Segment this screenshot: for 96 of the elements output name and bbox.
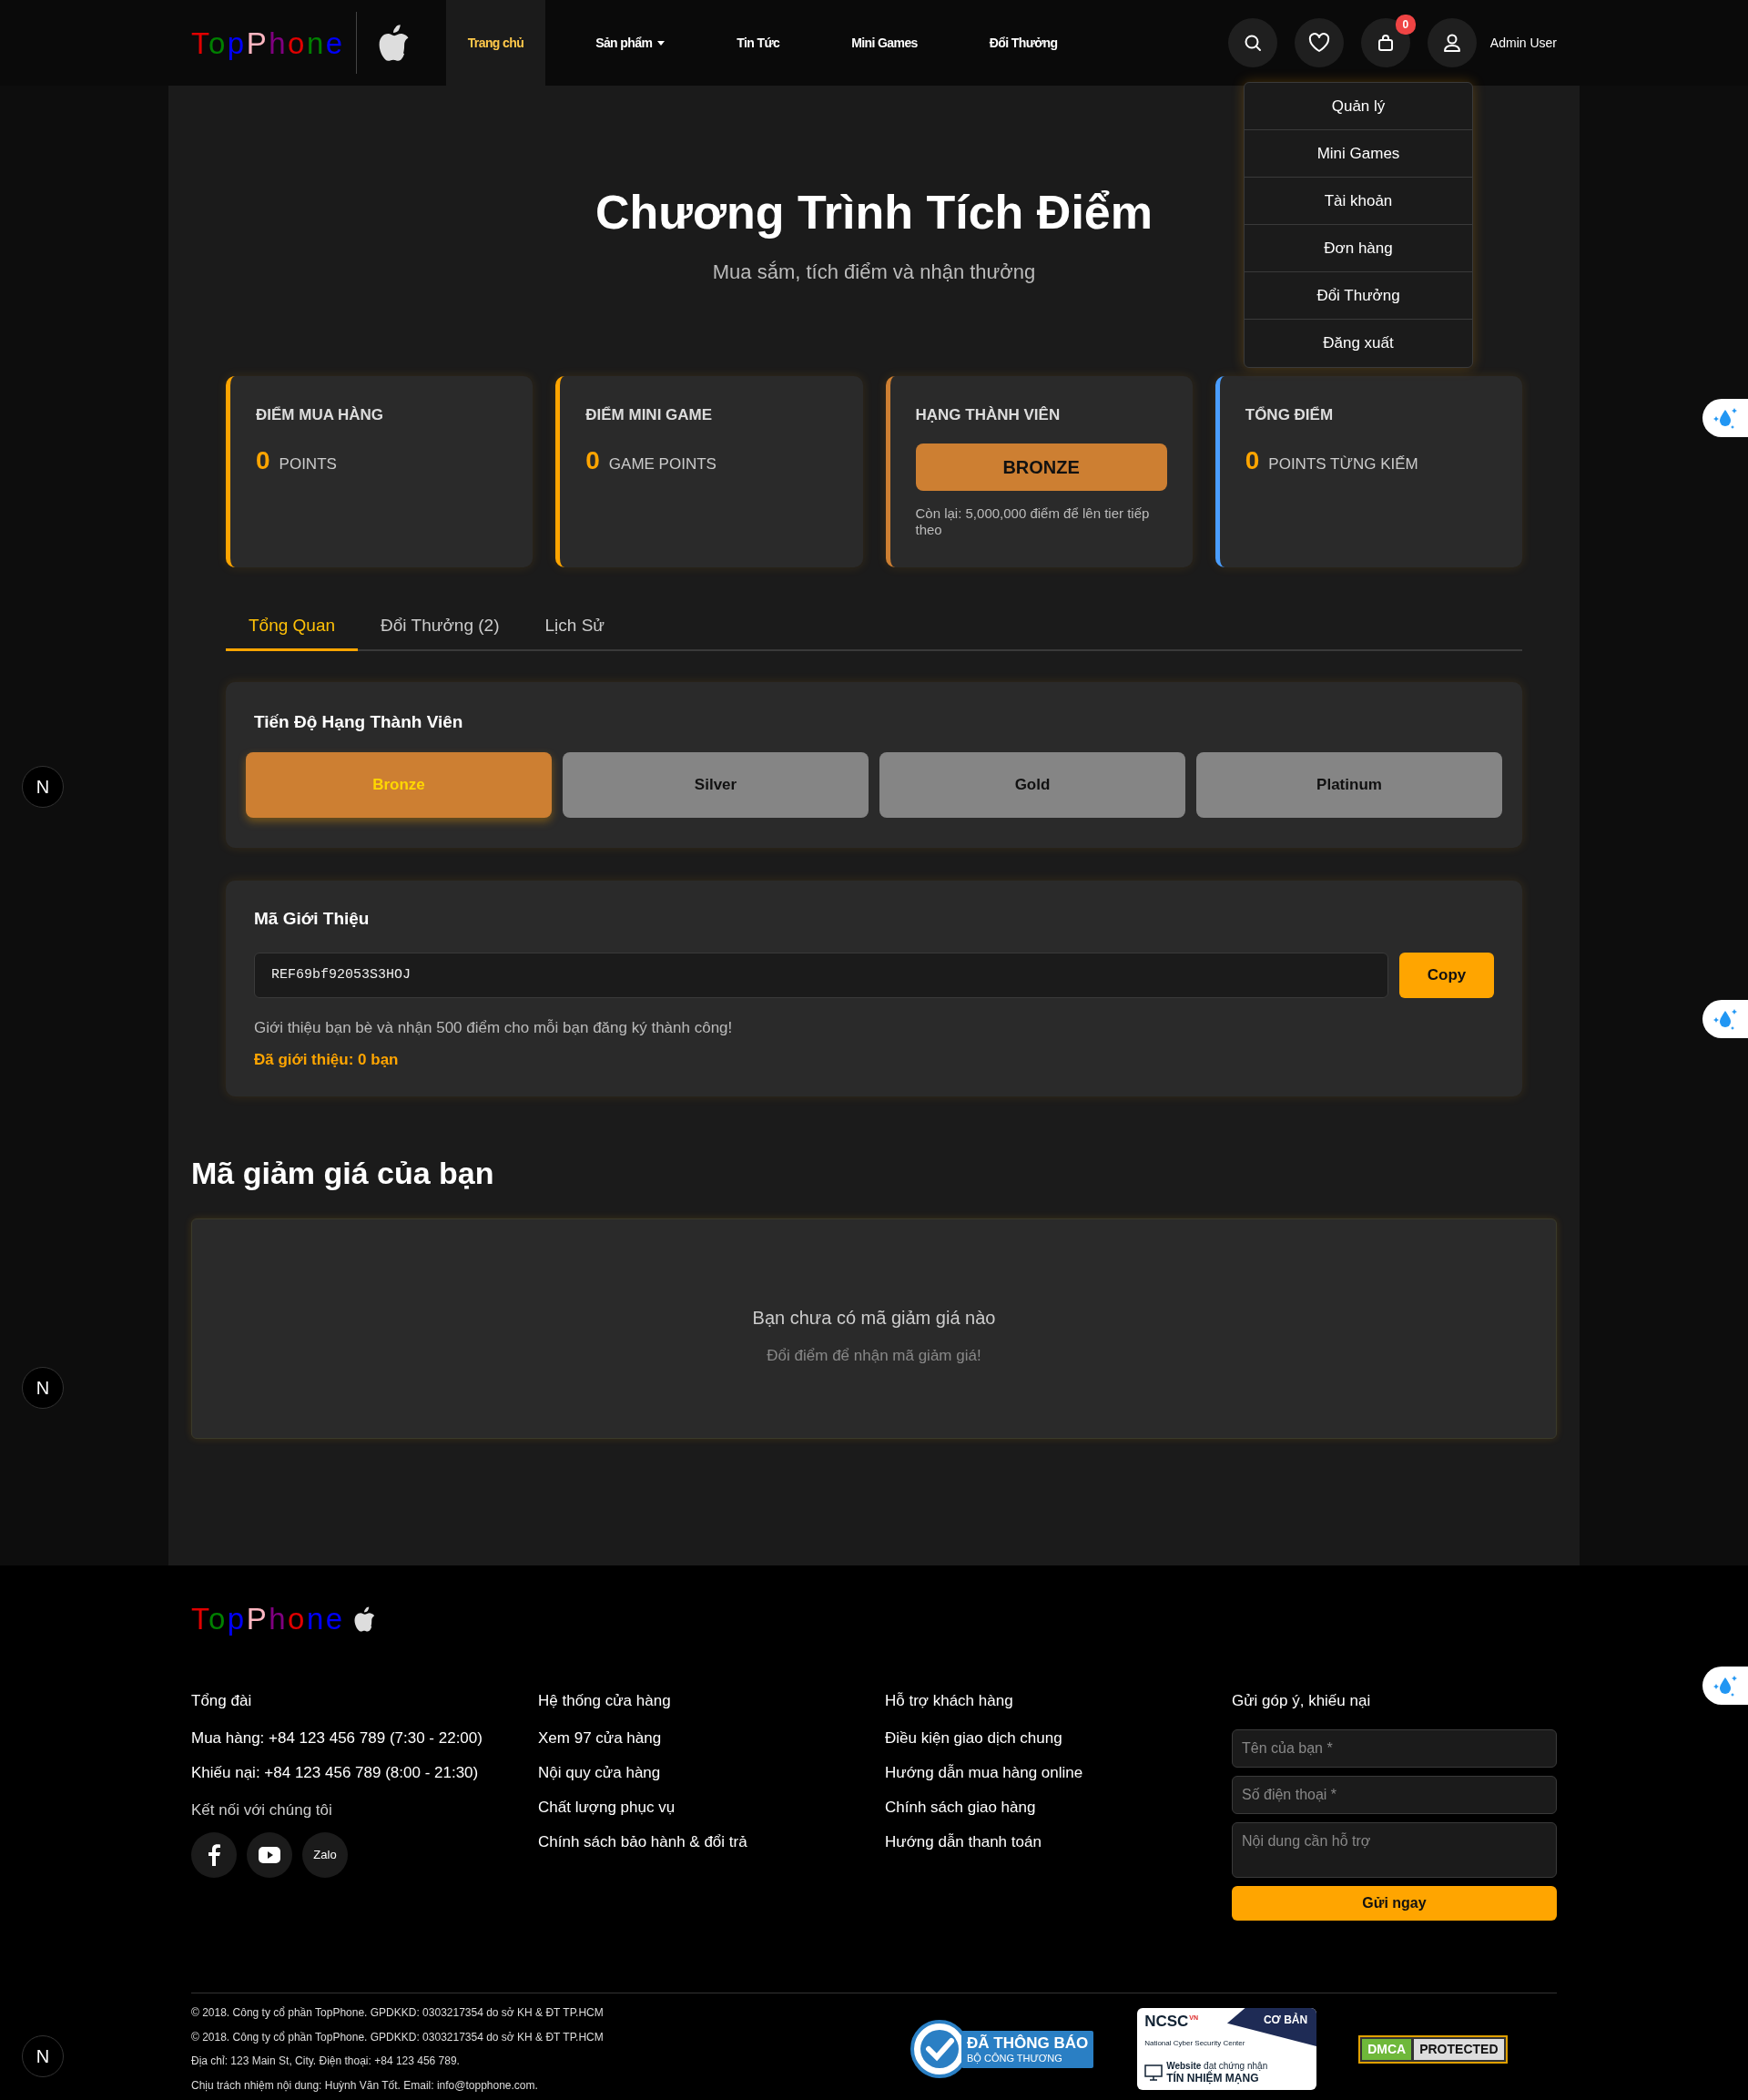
points-value: 0 xyxy=(585,444,600,476)
floating-button[interactable] xyxy=(1702,1000,1748,1038)
column-heading: Hỗ trợ khách hàng xyxy=(885,1691,1014,1711)
badge-text: Website đạt chứng nhận xyxy=(1166,2061,1268,2072)
search-icon xyxy=(1243,34,1262,52)
menu-item[interactable]: Quản lý xyxy=(1245,83,1472,130)
badge-text: TÍN NHIỆM MẠNG xyxy=(1166,2072,1260,2085)
page-title: Chương Trình Tích Điểm xyxy=(595,185,1153,240)
copyright-text: Chịu trách nhiệm nội dung: Huỳnh Văn Tốt. Email: info@topphone.com. xyxy=(191,2077,539,2094)
tier-step[interactable]: Gold xyxy=(879,751,1185,818)
card-title: HẠNG THÀNH VIÊN xyxy=(915,405,1062,425)
nav-link[interactable]: Đổi Thưởng xyxy=(967,0,1080,86)
cart-count-badge: 0 xyxy=(1395,15,1416,35)
input-field[interactable]: Tên của bạn * xyxy=(1232,1728,1557,1768)
footer-link[interactable]: Điều kiện giao dịch chung xyxy=(885,1728,1232,1748)
tier-step[interactable]: Silver xyxy=(563,751,869,818)
card-title: Tiến Độ Hạng Thành Viên xyxy=(253,711,464,733)
bag-icon xyxy=(1376,34,1395,52)
dmca-badge[interactable]: DMCA PROTECTED xyxy=(1358,2034,1508,2064)
points-value: 0 xyxy=(1245,444,1260,476)
social-link[interactable] xyxy=(191,1832,237,1878)
floating-button[interactable] xyxy=(1702,399,1748,437)
footer-link[interactable]: Nội quy cửa hàng xyxy=(538,1763,885,1782)
points-value: 0 xyxy=(256,444,270,476)
footer-logo[interactable]: TopPhone xyxy=(191,1604,345,1634)
footer-link[interactable]: Hướng dẫn mua hàng online xyxy=(885,1763,1232,1782)
column-heading: Hệ thống cửa hàng xyxy=(538,1691,672,1711)
youtube-icon xyxy=(259,1847,280,1863)
page-subtitle: Mua sắm, tích điểm và nhận thưởng xyxy=(711,260,1037,285)
menu-item[interactable]: Tài khoản xyxy=(1245,178,1472,225)
copyright-text: © 2018. Công ty cổ phần TopPhone. GPDKKD: 0303217354 do sở KH & ĐT TP.HCM xyxy=(191,2029,605,2045)
water-drop-icon xyxy=(1712,406,1738,430)
social-heading: Kết nối với chúng tôi xyxy=(191,1799,333,1820)
input-field[interactable]: Số điện thoại * xyxy=(1232,1775,1557,1814)
empty-hint: Đổi điểm để nhận mã giảm giá! xyxy=(766,1346,982,1366)
tab[interactable]: Tổng Quan xyxy=(226,604,359,651)
badge-text: PROTECTED xyxy=(1414,2038,1504,2060)
social-link[interactable] xyxy=(247,1832,292,1878)
tab[interactable]: Lịch Sử xyxy=(522,604,628,651)
referral-note: Giới thiệu bạn bè và nhận 500 điểm cho mỗi bạn đăng ký thành công! xyxy=(254,1017,734,1038)
zalo-link[interactable]: Zalo xyxy=(302,1832,348,1878)
message-field[interactable]: Nội dung cần hỗ trợ xyxy=(1232,1821,1557,1878)
nav-link[interactable]: Trang chủ xyxy=(445,0,546,86)
registered-badge[interactable]: ĐÃ THÔNG BÁO BỘ CÔNG THƯƠNG xyxy=(910,2020,1094,2078)
monitor-icon xyxy=(1144,2064,1164,2081)
points-unit: GAME POINTS xyxy=(608,454,716,474)
footer-link[interactable]: Chính sách bảo hành & đổi trả xyxy=(538,1832,885,1851)
submit-button[interactable]: Gửi ngay xyxy=(1232,1885,1557,1921)
referral-code-field[interactable]: REF69bf92053S3HOJ xyxy=(254,952,1388,998)
dev-tools-button[interactable]: N xyxy=(22,1367,64,1409)
points-unit: POINTS xyxy=(279,454,337,474)
caret-icon xyxy=(657,40,666,46)
footer-link[interactable]: Mua hàng: +84 123 456 789 (7:30 - 22:00) xyxy=(191,1728,538,1748)
tier-note: Còn lại: 5,000,000 điểm để lên tier tiếp theo xyxy=(915,505,1151,538)
facebook-icon xyxy=(208,1844,220,1866)
copyright-text: © 2018. Công ty cổ phần TopPhone. GPDKKD: 0303217354 do sở KH & ĐT TP.HCM xyxy=(191,2005,605,2021)
nav-link[interactable]: Tin Tức xyxy=(715,0,802,86)
column-heading: Tổng đài xyxy=(191,1691,253,1711)
nav-link[interactable]: Mini Games xyxy=(829,0,940,86)
badge-brand: NCSC xyxy=(1144,2013,1189,2030)
nav-link[interactable]: Sản phẩm xyxy=(574,0,687,86)
badge-text: National Cyber Security Center xyxy=(1144,2039,1245,2047)
points-unit: POINTS TỪNG KIẾM xyxy=(1268,454,1418,474)
menu-item[interactable]: Đăng xuất xyxy=(1245,320,1472,367)
copy-button[interactable]: Copy xyxy=(1399,952,1494,998)
column-heading: Gửi góp ý, khiếu nại xyxy=(1232,1691,1372,1711)
footer-link[interactable]: Chính sách giao hàng xyxy=(885,1798,1232,1817)
copyright-text: Địa chỉ: 123 Main St, City. Điện thoại: +84 123 456 789. xyxy=(191,2054,461,2069)
user-icon xyxy=(1441,33,1462,53)
card-title: Mã Giới Thiệu xyxy=(254,908,371,930)
tier-badge: BRONZE xyxy=(915,443,1167,491)
card-title: TỔNG ĐIỂM xyxy=(1245,405,1335,425)
footer-link[interactable]: Chất lượng phục vụ xyxy=(538,1798,885,1817)
menu-item[interactable]: Mini Games xyxy=(1245,130,1472,178)
menu-item[interactable]: Đổi Thưởng xyxy=(1245,272,1472,320)
dev-tools-button[interactable]: N xyxy=(22,766,64,808)
badge-text: DMCA xyxy=(1362,2038,1412,2060)
footer-link[interactable]: Hướng dẫn thanh toán xyxy=(885,1832,1232,1851)
heart-icon xyxy=(1307,33,1330,53)
user-name[interactable]: Admin User xyxy=(1489,33,1557,53)
logo[interactable]: TopPhone xyxy=(191,27,345,58)
floating-button[interactable] xyxy=(1702,1667,1748,1705)
badge-text: BỘ CÔNG THƯƠNG xyxy=(967,2052,1063,2064)
badge-text: ĐÃ THÔNG BÁO xyxy=(967,2034,1089,2053)
tier-step[interactable]: Platinum xyxy=(1196,751,1502,818)
card-title: ĐIỂM MUA HÀNG xyxy=(256,405,385,425)
empty-message: Bạn chưa có mã giảm giá nào xyxy=(751,1307,997,1330)
water-drop-icon xyxy=(1712,1007,1738,1031)
footer-link[interactable]: Khiếu nại: +84 123 456 789 (8:00 - 21:30) xyxy=(191,1763,538,1782)
card-title: ĐIỂM MINI GAME xyxy=(585,405,714,425)
tab[interactable]: Đổi Thưởng (2) xyxy=(358,604,523,651)
water-drop-icon xyxy=(1712,1674,1738,1697)
menu-item[interactable]: Đơn hàng xyxy=(1245,225,1472,272)
referral-count: Đã giới thiệu: 0 bạn xyxy=(254,1050,400,1070)
section-title: Mã giảm giá của bạn xyxy=(191,1155,495,1191)
footer-link[interactable]: Xem 97 cửa hàng xyxy=(538,1728,885,1748)
